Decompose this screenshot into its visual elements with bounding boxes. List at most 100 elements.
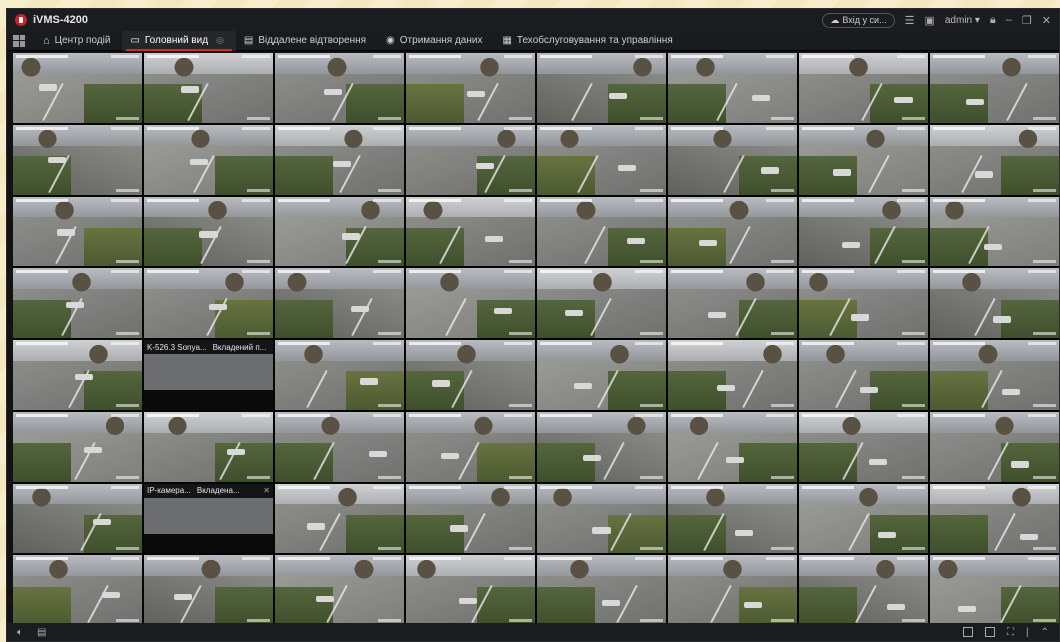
camera-tile[interactable] <box>930 196 1059 267</box>
tab-close-icon[interactable]: ◎ <box>216 35 224 46</box>
osd-timestamp <box>671 198 723 202</box>
camera-tile[interactable] <box>537 53 666 123</box>
camera-tile[interactable] <box>668 340 797 410</box>
camera-tile[interactable] <box>799 411 928 482</box>
camera-tile[interactable] <box>144 555 273 625</box>
tab-label: Центр подій <box>54 35 111 46</box>
camera-tile[interactable]: K-526.3 Sonya... Вкладений п... ✕ <box>144 340 273 410</box>
camera-tile[interactable] <box>275 340 404 410</box>
camera-tile[interactable] <box>275 196 404 267</box>
camera-tile[interactable] <box>13 196 142 267</box>
screenshot-icon[interactable]: ▣ <box>924 14 934 27</box>
camera-tile[interactable] <box>144 268 273 338</box>
storage-icon[interactable]: ▤ <box>37 627 46 638</box>
camera-tile[interactable] <box>668 124 797 195</box>
close-icon[interactable]: ✕ <box>263 486 270 495</box>
camera-tile[interactable] <box>668 53 797 123</box>
user-menu[interactable]: admin ▾ <box>945 15 980 26</box>
camera-tile[interactable] <box>144 124 273 195</box>
camera-tile[interactable] <box>668 411 797 482</box>
camera-tile[interactable] <box>668 268 797 338</box>
camera-tile[interactable] <box>668 196 797 267</box>
camera-tile[interactable] <box>13 268 142 338</box>
camera-tile[interactable] <box>799 555 928 625</box>
lock-icon[interactable]: 🔒︎ <box>990 14 996 27</box>
camera-tile[interactable] <box>799 124 928 195</box>
camera-tile[interactable] <box>668 555 797 625</box>
layout-icon[interactable] <box>963 626 973 637</box>
osd-camera-label <box>896 342 925 345</box>
camera-tile[interactable] <box>13 411 142 482</box>
camera-tile[interactable] <box>406 124 535 195</box>
camera-tile[interactable] <box>537 196 666 267</box>
camera-tile[interactable] <box>13 555 142 625</box>
camera-tile[interactable] <box>668 483 797 554</box>
camera-tile[interactable] <box>537 340 666 410</box>
main-view-icon: ▭ <box>130 35 140 46</box>
camera-tile[interactable] <box>13 53 142 123</box>
camera-tile[interactable] <box>537 483 666 554</box>
camera-tile[interactable] <box>930 483 1059 554</box>
camera-tile[interactable] <box>930 53 1059 123</box>
login-button[interactable]: ☁ Вхід у си... <box>822 12 895 28</box>
tab-data-retrieval[interactable]: ◉ Отримання даних <box>378 31 494 51</box>
camera-tile[interactable] <box>930 268 1059 338</box>
camera-tile[interactable] <box>406 411 535 482</box>
osd-camera-label <box>503 342 532 345</box>
camera-tile[interactable] <box>144 411 273 482</box>
camera-tile[interactable] <box>144 53 273 123</box>
camera-tile[interactable] <box>13 483 142 554</box>
live-view-grid: K-526.3 Sonya...Вкладений п...✕ IP-камера… <box>13 53 1059 625</box>
camera-tile[interactable] <box>275 555 404 625</box>
osd-channel-label <box>246 260 270 264</box>
camera-tile[interactable] <box>406 268 535 338</box>
camera-tile[interactable] <box>537 124 666 195</box>
camera-tile[interactable] <box>275 483 404 554</box>
camera-tile[interactable] <box>275 411 404 482</box>
close-icon[interactable]: ✕ <box>272 343 273 352</box>
camera-tile[interactable] <box>537 268 666 338</box>
osd-channel-label <box>246 116 270 120</box>
camera-tile[interactable] <box>406 53 535 123</box>
camera-tile[interactable]: IP-камера... Вкладена... ✕ <box>144 483 273 554</box>
volume-icon[interactable]: 🔈︎ <box>17 627 23 638</box>
minimize-icon[interactable]: – <box>1006 14 1012 26</box>
camera-tile[interactable] <box>930 411 1059 482</box>
camera-tile[interactable] <box>275 124 404 195</box>
osd-camera-label <box>503 270 532 274</box>
camera-tile[interactable] <box>537 411 666 482</box>
camera-tile[interactable] <box>799 53 928 123</box>
camera-tile[interactable] <box>930 555 1059 625</box>
menu-icon[interactable]: ☰ <box>905 14 915 27</box>
camera-tile[interactable] <box>406 196 535 267</box>
camera-tile[interactable] <box>799 483 928 554</box>
video-tree <box>342 127 366 156</box>
camera-tile[interactable] <box>406 555 535 625</box>
video-tree <box>478 55 502 84</box>
camera-tile[interactable] <box>799 196 928 267</box>
camera-tile[interactable] <box>930 124 1059 195</box>
camera-tile[interactable] <box>13 124 142 195</box>
camera-tile[interactable] <box>799 340 928 410</box>
fullscreen-icon[interactable]: ⛶ <box>1007 627 1014 638</box>
camera-tile[interactable] <box>930 340 1059 410</box>
camera-tile[interactable] <box>406 483 535 554</box>
close-icon[interactable]: ✕ <box>1042 14 1051 27</box>
camera-tile[interactable] <box>275 53 404 123</box>
camera-tile[interactable] <box>144 196 273 267</box>
tab-event-center[interactable]: ⌂ Центр подій <box>35 31 122 51</box>
tab-maintenance[interactable]: ▦ Техобслуговування та управління <box>494 31 684 51</box>
tab-remote-playback[interactable]: ▤ Віддалене відтворення <box>236 31 378 51</box>
camera-tile[interactable] <box>406 340 535 410</box>
camera-tile[interactable] <box>275 268 404 338</box>
video-car <box>466 90 485 97</box>
restore-icon[interactable]: ❐ <box>1022 14 1032 27</box>
camera-tile[interactable] <box>537 555 666 625</box>
camera-tile[interactable] <box>799 268 928 338</box>
collapse-icon[interactable]: ⌃ <box>1041 627 1049 638</box>
tab-main-view[interactable]: ▭ Головний вид ◎ <box>122 30 236 51</box>
module-grid-icon[interactable] <box>13 34 25 47</box>
camera-tile[interactable] <box>13 340 142 410</box>
osd-channel-label <box>1032 475 1056 479</box>
view-switch-icon[interactable] <box>985 626 995 637</box>
